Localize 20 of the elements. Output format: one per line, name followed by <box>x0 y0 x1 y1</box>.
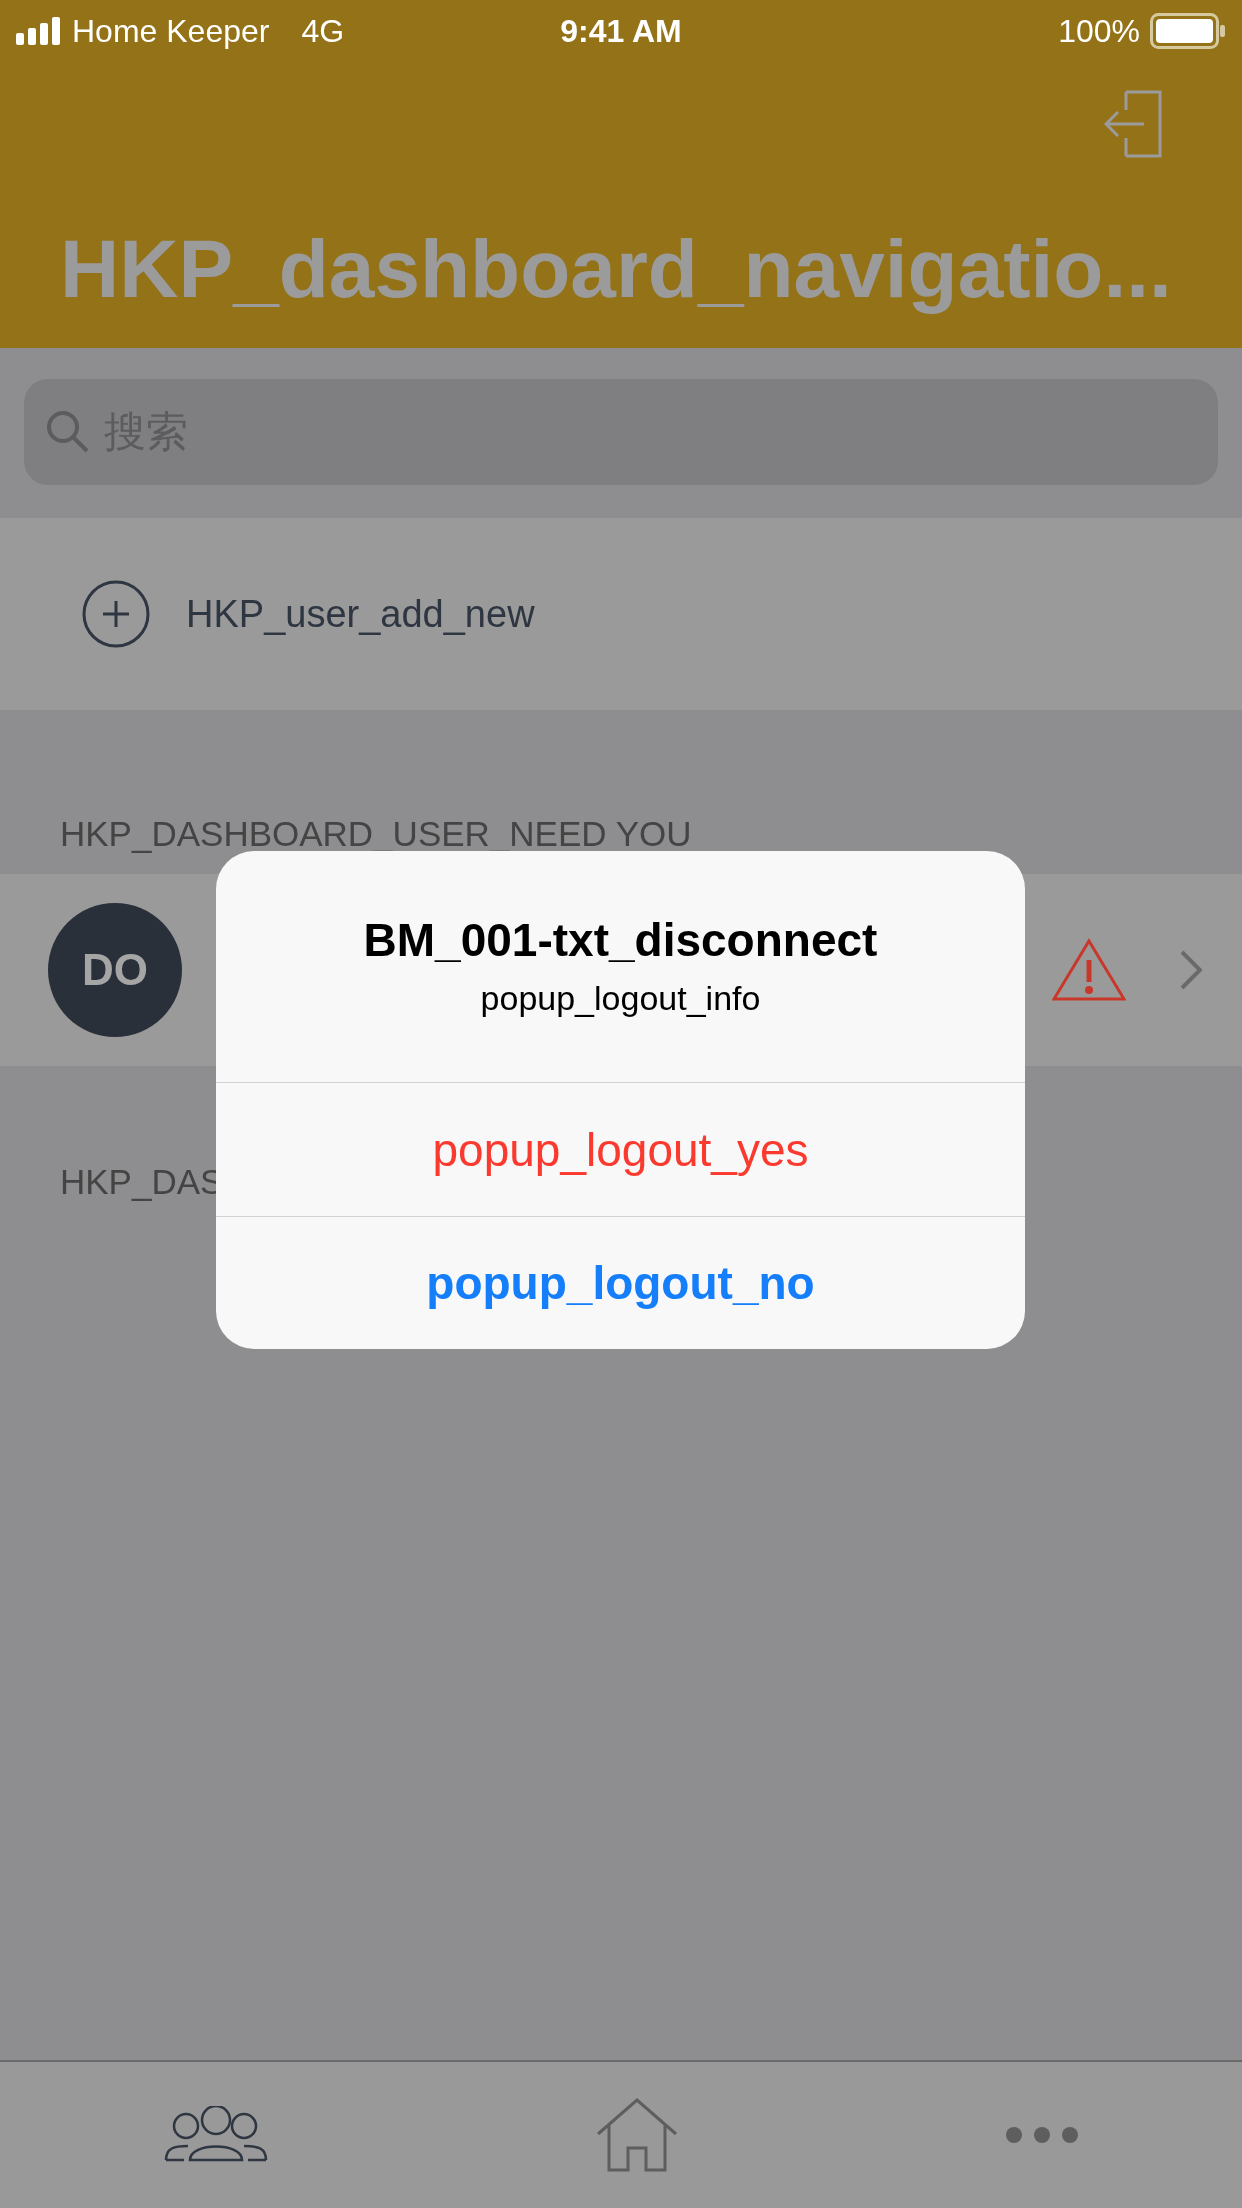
home-icon <box>596 2098 678 2172</box>
logout-icon[interactable] <box>1104 90 1162 158</box>
dialog-title: BM_001-txt_disconnect <box>362 913 879 967</box>
signal-icon <box>16 17 62 45</box>
add-icon[interactable] <box>82 580 150 648</box>
search-icon <box>46 410 90 454</box>
add-user-label[interactable]: HKP_user_add_new <box>186 592 535 636</box>
battery-percent: 100% <box>1058 12 1140 50</box>
dialog-action-button[interactable]: popup_logout_no <box>216 1216 1025 1349</box>
people-icon <box>164 2106 268 2164</box>
section-header: HKP_DASHBOARD_USER_NEED YOU <box>60 814 692 853</box>
page-title: HKP_dashboard_navigatio... <box>59 222 1173 316</box>
user-avatar: DO <box>48 903 182 1037</box>
more-icon <box>1006 2126 1078 2144</box>
dialog-message: popup_logout_info <box>479 979 762 1018</box>
clock-time: 9:41 AM <box>560 12 682 50</box>
chevron-right-icon <box>1180 950 1202 990</box>
carrier-name: Home Keeper <box>72 12 270 50</box>
battery-icon <box>1150 13 1226 49</box>
network-type: 4G <box>301 12 345 50</box>
